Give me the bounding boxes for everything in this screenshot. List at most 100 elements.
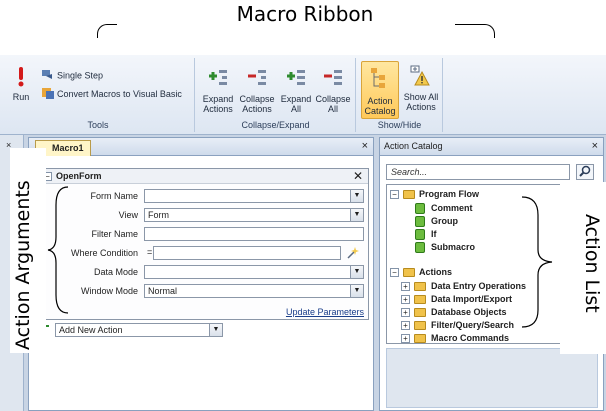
actions-item-filter-query-search[interactable]: Filter/Query/Search [431, 320, 514, 330]
ribbon-brace-left [97, 24, 117, 38]
group-icon [415, 216, 425, 227]
convert-icon [42, 88, 54, 101]
actions-item-data-entry[interactable]: Data Entry Operations [431, 281, 526, 291]
expand-toggle[interactable]: + [401, 295, 410, 304]
actions-item-data-import-export[interactable]: Data Import/Export [431, 294, 512, 304]
ribbon-brace-right [455, 24, 495, 38]
catalog-title: Action Catalog [384, 141, 443, 151]
expand-all-button[interactable]: Expand All [278, 68, 314, 114]
form-name-field[interactable]: ▼ [144, 189, 364, 203]
tools-group-label: Tools [87, 120, 109, 130]
tab-label: Macro1 [52, 143, 84, 153]
single-step-button[interactable]: Single Step [42, 70, 103, 82]
folder-icon [414, 321, 426, 330]
workspace: × Macro1 × − OpenForm ✕ Form Name ▼ View… [0, 135, 606, 411]
run-label: Run [12, 92, 30, 102]
collapse-expand-group: Expand Actions Collapse Actions Expand A… [196, 58, 356, 132]
single-step-icon [42, 70, 54, 82]
expand-actions-label-1: Expand [202, 94, 234, 104]
comment-icon [415, 203, 425, 214]
program-flow-folder[interactable]: Program Flow [419, 189, 479, 199]
folder-icon [403, 190, 415, 199]
collapse-all-icon [314, 68, 352, 92]
show-hide-group-label: Show/Hide [377, 120, 422, 130]
folder-icon [414, 308, 426, 317]
action-arguments-callout: Action Arguments [12, 180, 34, 350]
expression-builder-icon[interactable] [346, 246, 362, 262]
expand-all-icon [278, 68, 314, 92]
add-new-action-label: Add New Action [59, 325, 123, 335]
expand-toggle[interactable]: + [401, 308, 410, 317]
program-flow-item-group[interactable]: Group [431, 216, 458, 226]
view-field[interactable]: Form ▼ [144, 208, 364, 222]
expand-all-label-1: Expand [280, 94, 312, 104]
expand-toggle[interactable]: + [401, 282, 410, 291]
show-all-actions-button[interactable]: Show All Actions [401, 64, 441, 112]
submacro-icon [415, 242, 425, 253]
folder-icon [414, 334, 426, 343]
chevron-down-icon[interactable]: ▼ [209, 324, 222, 336]
catalog-search-input[interactable]: Search... [386, 164, 570, 180]
program-flow-item-submacro[interactable]: Submacro [431, 242, 475, 252]
actions-toggle[interactable]: − [390, 268, 399, 277]
folder-icon [403, 268, 415, 277]
document-close-icon[interactable]: × [362, 140, 368, 152]
catalog-close-icon[interactable]: × [592, 140, 598, 152]
expand-actions-button[interactable]: Expand Actions [200, 68, 236, 114]
expand-toggle[interactable]: + [401, 334, 410, 343]
data-mode-field[interactable]: ▼ [144, 265, 364, 279]
show-hide-group: Action Catalog Show All Actions Show/Hid… [357, 58, 443, 132]
show-all-actions-label-1: Show All [403, 92, 439, 102]
action-catalog-label-2: Catalog [364, 106, 396, 116]
action-list-callout: Action List [581, 214, 603, 313]
action-name: OpenForm [56, 171, 102, 181]
collapse-all-button[interactable]: Collapse All [314, 68, 352, 114]
chevron-down-icon[interactable]: ▼ [350, 209, 363, 221]
collapse-all-label-2: All [327, 104, 338, 114]
catalog-help-area [386, 348, 598, 408]
search-icon[interactable] [576, 164, 594, 180]
actions-folder[interactable]: Actions [419, 267, 452, 277]
form-name-label: Form Name [90, 191, 138, 201]
delete-action-icon[interactable]: ✕ [353, 169, 363, 183]
folder-icon [414, 295, 426, 304]
macro-ribbon-callout: Macro Ribbon [236, 2, 374, 26]
data-mode-label: Data Mode [93, 267, 138, 277]
run-button[interactable]: Run [8, 66, 34, 102]
collapse-actions-label-1: Collapse [239, 94, 275, 104]
update-parameters-link[interactable]: Update Parameters [286, 307, 364, 317]
convert-macros-button[interactable]: Convert Macros to Visual Basic [42, 88, 182, 101]
action-catalog-icon [362, 66, 398, 94]
chevron-down-icon[interactable]: ▼ [350, 190, 363, 202]
actions-item-database-objects[interactable]: Database Objects [431, 307, 507, 317]
window-mode-value: Normal [148, 286, 178, 296]
action-arguments-brace [47, 186, 69, 314]
where-condition-value: = [147, 247, 153, 257]
program-flow-item-if[interactable]: If [431, 229, 437, 239]
expand-actions-icon [200, 68, 236, 92]
view-label: View [118, 210, 138, 220]
collapse-actions-button[interactable]: Collapse Actions [238, 68, 276, 114]
where-condition-input[interactable] [153, 246, 341, 260]
program-flow-toggle[interactable]: − [390, 190, 399, 199]
catalog-header: Action Catalog × [380, 138, 603, 156]
collapse-expand-group-label: Collapse/Expand [241, 120, 310, 130]
actions-item-macro-commands[interactable]: Macro Commands [431, 333, 509, 343]
expand-toggle[interactable]: + [401, 321, 410, 330]
action-catalog-button[interactable]: Action Catalog [361, 61, 399, 119]
chevron-down-icon[interactable]: ▼ [350, 285, 363, 297]
filter-name-field[interactable] [144, 227, 364, 241]
program-flow-item-comment[interactable]: Comment [431, 203, 473, 213]
window-mode-field[interactable]: Normal ▼ [144, 284, 364, 298]
collapse-actions-icon [238, 68, 276, 92]
where-condition-field[interactable]: = [144, 246, 344, 260]
chevron-down-icon[interactable]: ▼ [350, 266, 363, 278]
show-all-actions-icon [401, 64, 441, 90]
add-new-action-combo[interactable]: Add New Action ▼ [55, 323, 223, 337]
tools-group: Run Single Step Convert Macros to Visual… [2, 58, 195, 132]
filter-name-label: Filter Name [91, 229, 138, 239]
collapse-actions-label-2: Actions [242, 104, 272, 114]
expand-all-label-2: All [290, 104, 301, 114]
collapse-all-label-1: Collapse [315, 94, 351, 104]
where-condition-label: Where Condition [70, 248, 138, 258]
